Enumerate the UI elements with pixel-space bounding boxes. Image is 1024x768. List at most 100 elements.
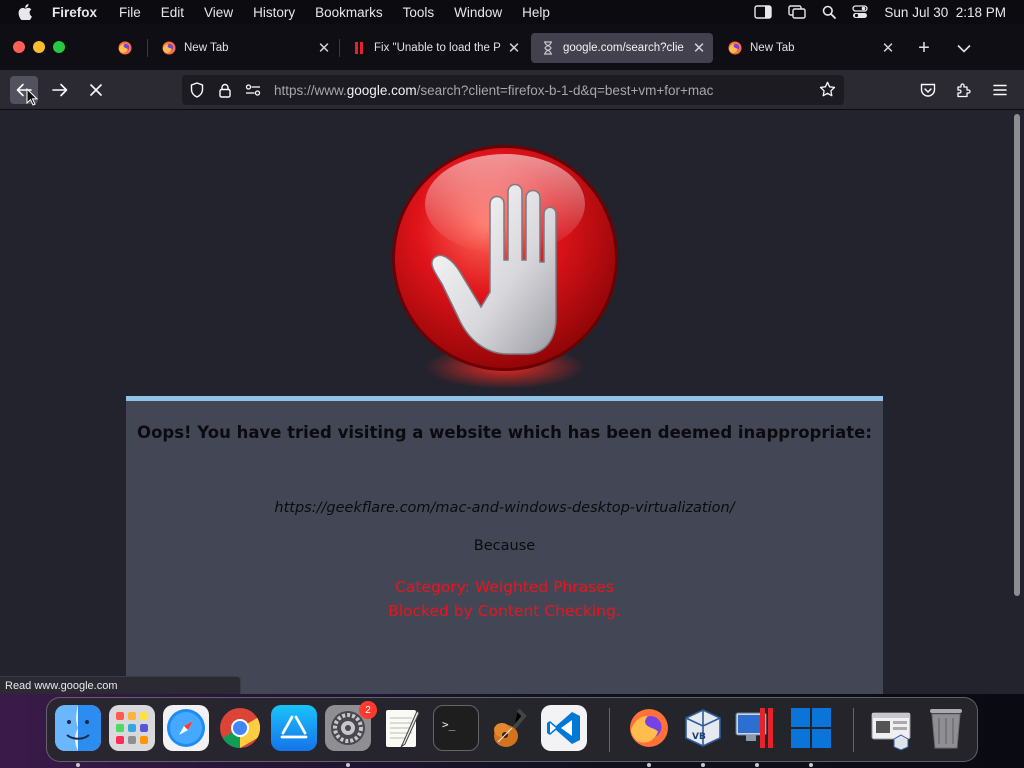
tab-title: New Tab bbox=[750, 42, 795, 54]
block-headline: Oops! You have tried visiting a website … bbox=[137, 423, 872, 442]
trash-icon bbox=[923, 705, 969, 751]
navigation-toolbar: https://www.google.com/search?client=fir… bbox=[0, 70, 1024, 110]
tab-divider bbox=[147, 39, 148, 57]
running-indicator bbox=[809, 763, 813, 767]
firefox-icon bbox=[162, 41, 176, 55]
stop-hand-icon bbox=[392, 145, 618, 389]
running-indicator bbox=[647, 763, 651, 767]
firefox-icon bbox=[728, 41, 742, 55]
control-center-icon[interactable] bbox=[852, 5, 869, 19]
dock-item-windows[interactable] bbox=[788, 705, 834, 767]
tab-new-tab-2[interactable]: New Tab ✕ bbox=[718, 33, 902, 63]
dock-item-app-store[interactable] bbox=[271, 705, 317, 751]
menu-help[interactable]: Help bbox=[522, 5, 550, 20]
tracking-protection-shield-icon[interactable] bbox=[188, 81, 206, 99]
dock-item-launchpad[interactable] bbox=[109, 705, 155, 751]
menu-app-firefox[interactable]: Firefox bbox=[52, 5, 97, 20]
pocket-icon bbox=[920, 83, 936, 97]
screen-mirroring-icon[interactable] bbox=[788, 5, 807, 19]
menu-window[interactable]: Window bbox=[454, 5, 502, 20]
menu-file[interactable]: File bbox=[119, 5, 141, 20]
menu-history[interactable]: History bbox=[253, 5, 295, 20]
parallels-icon bbox=[352, 41, 366, 55]
zoom-window-button[interactable] bbox=[53, 41, 65, 53]
menubar-clock[interactable]: Sun Jul 30 2:18 PM bbox=[884, 5, 1006, 20]
dock-item-safari[interactable] bbox=[163, 705, 209, 751]
dock-item-chrome[interactable] bbox=[217, 705, 263, 751]
because-label: Because bbox=[473, 538, 536, 554]
terminal-icon: >_ bbox=[433, 705, 479, 751]
pocket-button[interactable] bbox=[918, 80, 938, 100]
tab-title: google.com/search?clie bbox=[563, 42, 684, 54]
apple-menu-icon[interactable] bbox=[18, 4, 34, 20]
blocked-url: https://geekflare.com/mac-and-windows-de… bbox=[274, 500, 735, 516]
dock-item-finder[interactable] bbox=[55, 705, 101, 767]
forward-button[interactable] bbox=[46, 76, 74, 104]
menu-tools[interactable]: Tools bbox=[403, 5, 435, 20]
hamburger-menu-icon bbox=[993, 84, 1007, 96]
dock-item-textedit[interactable] bbox=[379, 705, 425, 751]
close-tab-icon[interactable]: ✕ bbox=[314, 38, 334, 58]
running-indicator bbox=[755, 763, 759, 767]
spotlight-search-icon[interactable] bbox=[822, 5, 837, 19]
window-controls bbox=[13, 41, 65, 53]
app-menu-button[interactable] bbox=[990, 80, 1010, 100]
address-bar[interactable]: https://www.google.com/search?client=fir… bbox=[182, 75, 844, 105]
dock-item-vscode[interactable] bbox=[541, 705, 587, 751]
app-store-icon bbox=[271, 705, 317, 751]
list-all-tabs-button[interactable] bbox=[953, 37, 975, 59]
tab-title: New Tab bbox=[184, 42, 229, 54]
parallels-desktop-icon bbox=[734, 705, 780, 751]
url-prefix: https://www. bbox=[274, 82, 347, 98]
menu-bookmarks[interactable]: Bookmarks bbox=[315, 5, 383, 20]
dock-item-garageband[interactable] bbox=[487, 705, 533, 751]
virtualbox-icon: VB bbox=[680, 705, 726, 751]
finder-icon bbox=[55, 705, 101, 751]
close-window-button[interactable] bbox=[13, 41, 25, 53]
close-tab-icon[interactable]: ✕ bbox=[878, 38, 898, 58]
tab-title: Fix "Unable to load the P bbox=[374, 42, 501, 54]
sidebar-toggle-icon[interactable] bbox=[754, 5, 773, 19]
svg-text:>_: >_ bbox=[442, 718, 456, 731]
chevron-down-icon bbox=[957, 44, 971, 53]
url-domain: google.com bbox=[346, 82, 417, 98]
dock: 2 >_ VB bbox=[46, 697, 978, 767]
notification-badge: 2 bbox=[359, 701, 377, 719]
lock-icon[interactable] bbox=[216, 81, 234, 99]
dock-item-firefox[interactable] bbox=[626, 705, 672, 767]
svg-text:VB: VB bbox=[692, 732, 706, 742]
page-content: Oops! You have tried visiting a website … bbox=[0, 110, 1008, 694]
dock-item-virtualbox[interactable]: VB bbox=[680, 705, 726, 767]
extensions-button[interactable] bbox=[954, 80, 974, 100]
dock-item-parallels-desktop[interactable] bbox=[734, 705, 780, 767]
firefox-icon bbox=[626, 705, 672, 751]
dock-item-terminal[interactable]: >_ bbox=[433, 705, 479, 751]
safari-icon bbox=[163, 705, 209, 751]
new-tab-button[interactable]: + bbox=[913, 37, 935, 59]
pinned-tab[interactable] bbox=[104, 33, 148, 63]
url-text[interactable]: https://www.google.com/search?client=fir… bbox=[274, 83, 713, 98]
loading-hourglass-icon bbox=[541, 41, 555, 55]
running-indicator bbox=[701, 763, 705, 767]
tab-new-tab-1[interactable]: New Tab ✕ bbox=[152, 33, 340, 63]
close-icon bbox=[90, 84, 102, 96]
menu-view[interactable]: View bbox=[204, 5, 233, 20]
dock-item-system-settings[interactable]: 2 bbox=[325, 701, 377, 767]
dock-item-downloads[interactable] bbox=[869, 705, 915, 751]
tab-parallels-fix[interactable]: Fix "Unable to load the P ✕ bbox=[342, 33, 528, 63]
close-tab-icon[interactable]: ✕ bbox=[504, 38, 524, 58]
permissions-icon[interactable] bbox=[244, 81, 262, 99]
vertical-scrollbar[interactable] bbox=[1008, 110, 1024, 694]
scrollbar-thumb[interactable] bbox=[1014, 114, 1020, 596]
dock-item-trash[interactable] bbox=[923, 705, 969, 751]
minimize-window-button[interactable] bbox=[33, 41, 45, 53]
stop-loading-button[interactable] bbox=[82, 76, 110, 104]
bookmark-star-icon[interactable] bbox=[819, 81, 836, 103]
garageband-icon bbox=[487, 705, 533, 751]
tab-divider bbox=[339, 39, 340, 57]
puzzle-piece-icon bbox=[957, 83, 971, 98]
menu-edit[interactable]: Edit bbox=[161, 5, 184, 20]
close-tab-icon[interactable]: ✕ bbox=[689, 38, 709, 58]
textedit-icon bbox=[379, 705, 425, 751]
tab-google-search[interactable]: google.com/search?clie ✕ bbox=[531, 33, 713, 63]
